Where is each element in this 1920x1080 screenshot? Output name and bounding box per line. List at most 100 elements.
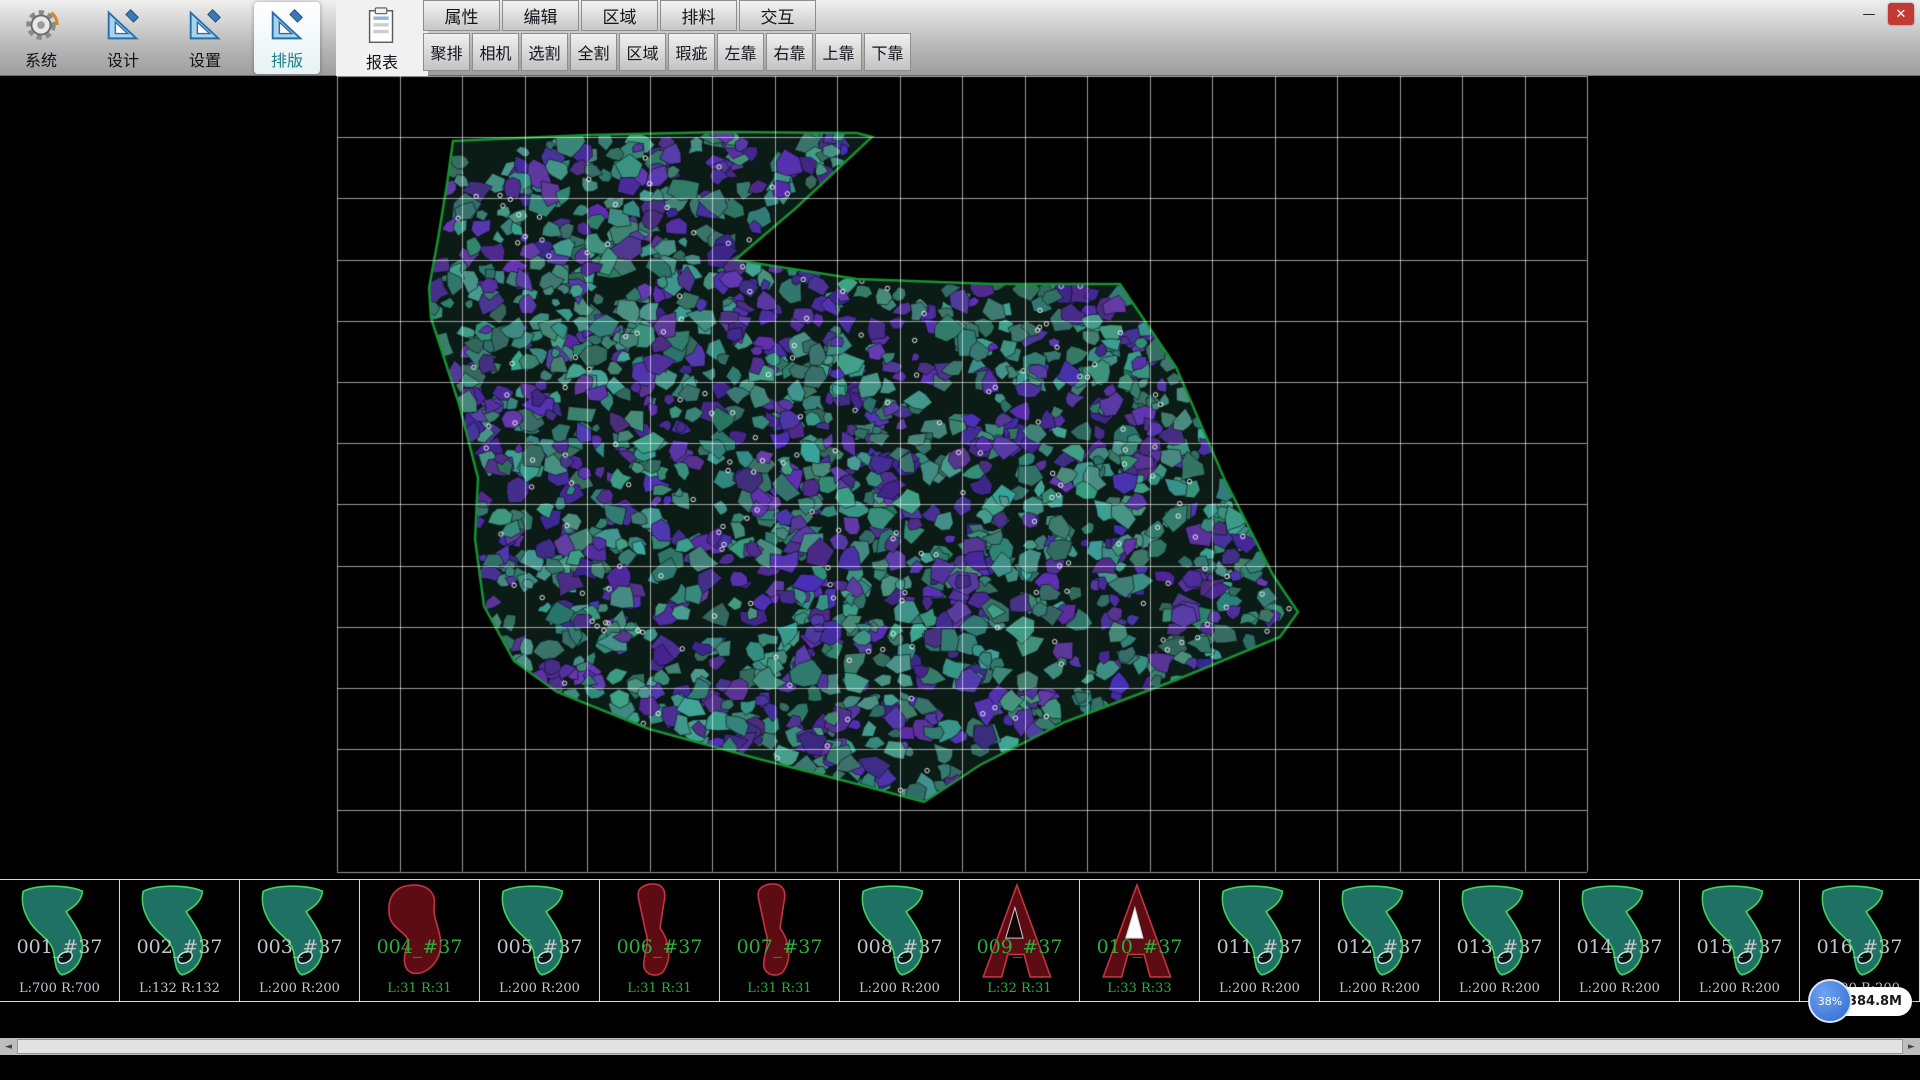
- piece-size-label: L:31 R:31: [360, 981, 479, 996]
- menu-tab-properties[interactable]: 属性: [423, 0, 500, 31]
- app-window: 系统设计设置排版报表 属性编辑区域排料交互 聚排相机选割全割区域瑕疵左靠右靠上靠…: [0, 0, 1920, 1080]
- piece-name: 003_#37: [240, 936, 359, 958]
- piece-thumbnail-005_#37[interactable]: 005_#37 L:200 R:200: [480, 880, 600, 1001]
- piece-name: 005_#37: [480, 936, 599, 958]
- piece-shape: [1689, 881, 1791, 983]
- piece-shape: [489, 881, 591, 983]
- piece-shape: [1209, 881, 1311, 983]
- piece-thumbnail-014_#37[interactable]: 014_#37 L:200 R:200: [1560, 880, 1680, 1001]
- piece-shape: [129, 881, 231, 983]
- piece-name: 012_#37: [1320, 936, 1439, 958]
- piece-thumbnail-006_#37[interactable]: 006_#37 L:31 R:31: [600, 880, 720, 1001]
- piece-size-label: L:200 R:200: [1320, 981, 1439, 996]
- piece-size-label: L:200 R:200: [240, 981, 359, 996]
- piece-thumbnail-001_#37[interactable]: 001_#37L:700 R:700: [0, 880, 120, 1001]
- scroll-left-arrow[interactable]: ◄: [0, 1038, 17, 1055]
- piece-thumbnail-010_#37[interactable]: 010_#37L:33 R:33: [1080, 880, 1200, 1001]
- piece-name: 004_#37: [360, 936, 479, 958]
- piece-size-label: L:200 R:200: [1560, 981, 1679, 996]
- piece-size-label: L:33 R:33: [1080, 981, 1199, 996]
- piece-shape: [1569, 881, 1671, 983]
- main-button-label: 系统: [25, 47, 57, 71]
- piece-thumbnail-008_#37[interactable]: 008_#37 L:200 R:200: [840, 880, 960, 1001]
- tool-button-align-top[interactable]: 上靠: [815, 33, 862, 71]
- triangle-ruler-icon: [184, 4, 226, 46]
- piece-shape: [1449, 881, 1551, 983]
- piece-strip: 001_#37L:700 R:700002_#37L:132 R:132003_…: [0, 879, 1920, 1002]
- piece-thumbnail-002_#37[interactable]: 002_#37 L:132 R:132: [120, 880, 240, 1001]
- piece-size-label: L:132 R:132: [120, 981, 239, 996]
- nesting-canvas[interactable]: [0, 76, 1920, 879]
- piece-thumbnail-003_#37[interactable]: 003_#37 L:200 R:200: [240, 880, 360, 1001]
- piece-thumbnail-012_#37[interactable]: 012_#37 L:200 R:200: [1320, 880, 1440, 1001]
- menu-tab-edit[interactable]: 编辑: [502, 0, 579, 31]
- triangle-ruler-icon: [102, 4, 144, 46]
- top-toolbar: 系统设计设置排版报表 属性编辑区域排料交互 聚排相机选割全割区域瑕疵左靠右靠上靠…: [0, 0, 1920, 76]
- tool-button-camera[interactable]: 相机: [472, 33, 519, 71]
- piece-name: 008_#37: [840, 936, 959, 958]
- menu-tab-region[interactable]: 区域: [581, 0, 658, 31]
- piece-shape: [1089, 881, 1191, 983]
- tool-button-row: 聚排相机选割全割区域瑕疵左靠右靠上靠下靠: [423, 33, 911, 71]
- close-button[interactable]: ✕: [1888, 3, 1914, 25]
- piece-size-label: L:31 R:31: [600, 981, 719, 996]
- piece-thumbnail-007_#37[interactable]: 007_#37L:31 R:31: [720, 880, 840, 1001]
- report-icon: [361, 6, 403, 48]
- piece-size-label: L:200 R:200: [480, 981, 599, 996]
- main-button-design[interactable]: 设计: [90, 2, 156, 74]
- gear-icon: [20, 4, 62, 46]
- tool-button-defect[interactable]: 瑕疵: [668, 33, 715, 71]
- piece-shape: [969, 881, 1071, 983]
- main-button-nesting[interactable]: 排版: [254, 2, 320, 74]
- piece-name: 013_#37: [1440, 936, 1559, 958]
- main-button-system[interactable]: 系统: [8, 2, 74, 74]
- piece-thumbnail-009_#37[interactable]: 009_#37L:32 R:31: [960, 880, 1080, 1001]
- progress-badge: 38%: [1808, 979, 1852, 1023]
- piece-size-label: L:200 R:200: [1200, 981, 1319, 996]
- status-float: 384.8M 38%: [1808, 979, 1914, 1025]
- piece-name: 016_#37: [1800, 936, 1919, 958]
- memory-value: 384.8M: [1848, 994, 1902, 1009]
- piece-size-label: L:32 R:31: [960, 981, 1079, 996]
- scrollbar-thumb[interactable]: [17, 1039, 1903, 1054]
- piece-shape: [9, 881, 111, 983]
- tool-button-cluster-nest[interactable]: 聚排: [423, 33, 470, 71]
- piece-thumbnail-004_#37[interactable]: 004_#37 L:31 R:31: [360, 880, 480, 1001]
- piece-size-label: L:200 R:200: [840, 981, 959, 996]
- menu-area: 属性编辑区域排料交互 聚排相机选割全割区域瑕疵左靠右靠上靠下靠: [423, 0, 911, 71]
- main-button-group: 系统 设计设置 排版 报表: [8, 2, 428, 76]
- menu-tab-nest[interactable]: 排料: [660, 0, 737, 31]
- piece-name: 014_#37: [1560, 936, 1679, 958]
- piece-shape: [249, 881, 351, 983]
- tool-button-align-bottom[interactable]: 下靠: [864, 33, 911, 71]
- horizontal-scrollbar[interactable]: ◄ ►: [0, 1038, 1920, 1055]
- tool-button-align-right[interactable]: 右靠: [766, 33, 813, 71]
- tool-button-zone[interactable]: 区域: [619, 33, 666, 71]
- piece-shape: [1329, 881, 1431, 983]
- piece-name: 006_#37: [600, 936, 719, 958]
- tool-button-cut-all[interactable]: 全割: [570, 33, 617, 71]
- piece-size-label: L:200 R:200: [1680, 981, 1799, 996]
- piece-name: 011_#37: [1200, 936, 1319, 958]
- piece-thumbnail-013_#37[interactable]: 013_#37 L:200 R:200: [1440, 880, 1560, 1001]
- piece-size-label: L:200 R:200: [1440, 981, 1559, 996]
- window-controls: — ✕: [1856, 3, 1914, 25]
- piece-name: 015_#37: [1680, 936, 1799, 958]
- triangle-ruler-icon: [266, 4, 308, 46]
- scroll-right-arrow[interactable]: ►: [1903, 1038, 1920, 1055]
- menu-tab-interact[interactable]: 交互: [739, 0, 816, 31]
- piece-shape: [369, 881, 471, 983]
- main-button-label: 设置: [189, 47, 221, 71]
- piece-name: 001_#37: [0, 936, 119, 958]
- piece-thumbnail-011_#37[interactable]: 011_#37 L:200 R:200: [1200, 880, 1320, 1001]
- main-button-label: 排版: [271, 47, 303, 71]
- minimize-button[interactable]: —: [1856, 3, 1882, 25]
- piece-shape: [609, 881, 711, 983]
- tool-button-select-cut[interactable]: 选割: [521, 33, 568, 71]
- piece-name: 002_#37: [120, 936, 239, 958]
- main-button-settings[interactable]: 设置: [172, 2, 238, 74]
- piece-thumbnail-015_#37[interactable]: 015_#37 L:200 R:200: [1680, 880, 1800, 1001]
- main-button-report[interactable]: 报表: [336, 0, 428, 76]
- tool-button-align-left[interactable]: 左靠: [717, 33, 764, 71]
- piece-shape: [729, 881, 831, 983]
